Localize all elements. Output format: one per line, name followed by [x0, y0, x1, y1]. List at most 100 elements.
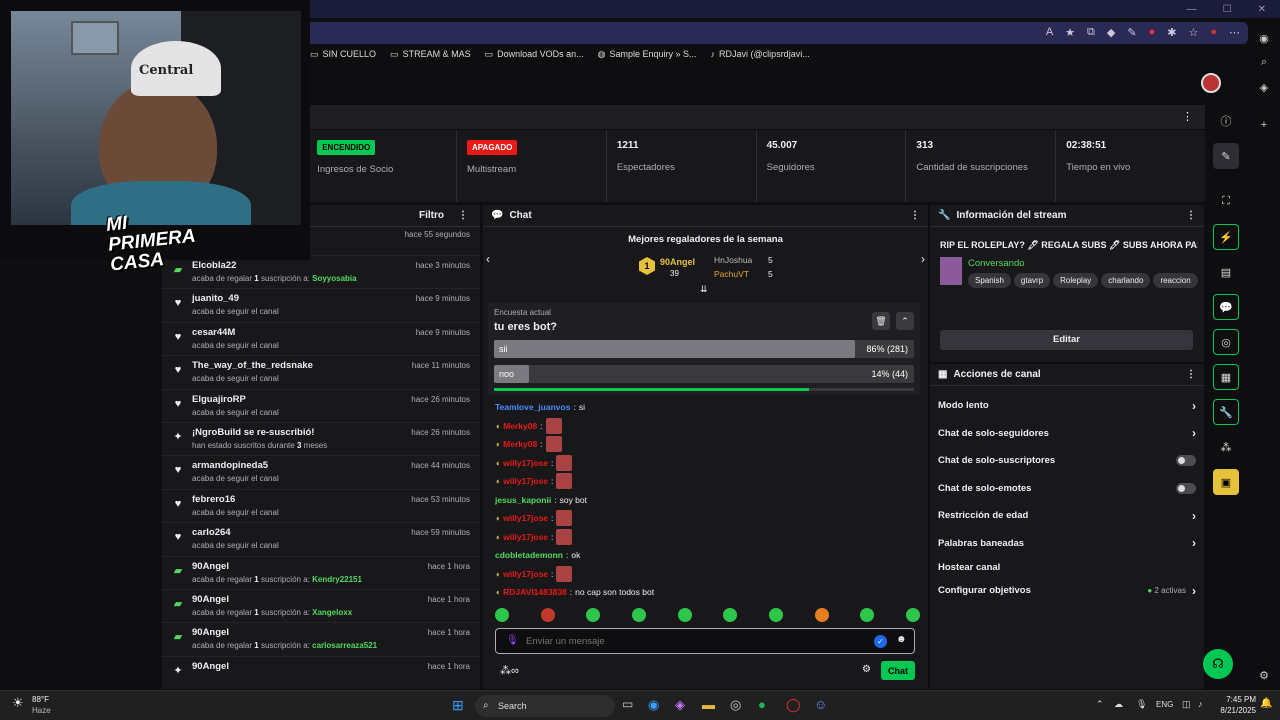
tray-chevron-icon[interactable]: ⌃: [1096, 699, 1104, 710]
task-view-icon[interactable]: ▭: [622, 697, 633, 711]
category-name[interactable]: Conversando: [968, 258, 1025, 269]
channel-action-item[interactable]: Chat de solo-emotes: [930, 475, 1204, 503]
channel-action-item[interactable]: Configurar objetivos ● 2 activas ›: [930, 577, 1204, 605]
tag[interactable]: gtavrp: [1013, 273, 1051, 288]
clock-time[interactable]: 7:45 PM: [1222, 695, 1256, 704]
chat-username[interactable]: willy17jose: [503, 476, 548, 486]
channel-action-item[interactable]: Hostear canal: [930, 557, 1204, 577]
avatar[interactable]: [1201, 73, 1221, 93]
add-icon[interactable]: +: [1254, 115, 1274, 135]
emote-icon[interactable]: [905, 608, 920, 622]
bookmark-item[interactable]: ▭ STREAM & MAS: [390, 49, 471, 60]
channel-action-item[interactable]: Palabras baneadas ›: [930, 530, 1204, 558]
taskbar-search[interactable]: ⌕ Search: [475, 695, 615, 717]
edit-button[interactable]: Editar: [940, 330, 1193, 350]
file-explorer-icon[interactable]: ▬: [702, 697, 715, 712]
chat-username[interactable]: Teamlove_juanvos: [495, 402, 570, 412]
wrench-icon[interactable]: 🔧: [1213, 399, 1239, 425]
chevron-right-icon[interactable]: ›: [921, 252, 925, 266]
notification-icon[interactable]: 🔔: [1260, 698, 1272, 709]
tag-icon[interactable]: ◈: [1254, 77, 1274, 97]
emote-icon[interactable]: [586, 608, 601, 622]
emote-icon[interactable]: [540, 608, 555, 622]
weather-icon[interactable]: ☀: [12, 695, 24, 711]
mic-tray-icon[interactable]: 🎙: [1136, 699, 1147, 710]
emoji-icon[interactable]: ☻: [896, 634, 907, 645]
filter-button[interactable]: Filtro: [419, 210, 444, 221]
chat-username[interactable]: willy17jose: [503, 569, 548, 579]
chat-username[interactable]: jesus_kaponii: [495, 495, 551, 505]
chat-username[interactable]: RDJAVI1483838: [503, 587, 567, 597]
emote-icon[interactable]: [860, 608, 875, 622]
toggle-switch[interactable]: [1176, 482, 1196, 494]
chat-send-button[interactable]: Chat: [881, 661, 915, 680]
emote-icon[interactable]: [814, 608, 829, 622]
bookmark-item[interactable]: ◍ Sample Enquiry » S...: [598, 49, 697, 60]
more-options-icon[interactable]: ⋮: [1182, 110, 1193, 123]
mic-icon[interactable]: 🎙: [506, 635, 519, 646]
search-icon[interactable]: ⌕: [1254, 52, 1274, 72]
window-controls[interactable]: — ☐ ✕: [1187, 4, 1266, 15]
layout-icon[interactable]: ▦: [1213, 364, 1239, 390]
bolt-icon[interactable]: ⚡: [1213, 224, 1239, 250]
chat-username[interactable]: Merky08: [503, 421, 537, 431]
chat-username[interactable]: willy17jose: [503, 513, 548, 523]
fullscreen-icon[interactable]: ⛶: [1213, 188, 1239, 214]
tag[interactable]: reaccion: [1153, 273, 1198, 288]
chat-message-input[interactable]: [526, 634, 856, 649]
emote-icon[interactable]: [631, 608, 646, 622]
more-options-icon[interactable]: ⋮: [1186, 369, 1196, 380]
channel-action-item[interactable]: Chat de solo-suscriptores: [930, 447, 1204, 475]
verified-icon[interactable]: ✓: [874, 635, 887, 648]
chat-username[interactable]: cdobletademonn: [495, 550, 563, 560]
bookmark-item[interactable]: ▭ Download VODs an...: [485, 49, 584, 60]
favorite-star-icon[interactable]: ★: [1065, 26, 1075, 39]
edit-icon[interactable]: ✎: [1213, 143, 1239, 169]
copilot-icon[interactable]: ◉: [1254, 28, 1274, 48]
puzzle-icon[interactable]: ✱: [1167, 26, 1176, 39]
tag[interactable]: Roleplay: [1053, 273, 1099, 288]
more-options-icon[interactable]: ⋮: [910, 210, 920, 221]
tag[interactable]: charlando: [1101, 273, 1151, 288]
emote-icon[interactable]: [677, 608, 692, 622]
points-icon[interactable]: ⁂∞: [500, 664, 519, 677]
chat-username[interactable]: willy17jose: [503, 532, 548, 542]
minimize-icon[interactable]: —: [1187, 4, 1197, 15]
language-indicator[interactable]: ENG: [1156, 700, 1173, 709]
chat-settings-icon[interactable]: ⚙: [862, 664, 871, 675]
clock-date[interactable]: 8/21/2025: [1212, 706, 1256, 715]
spotify-icon[interactable]: ●: [758, 697, 766, 712]
discord-icon[interactable]: ☺: [814, 697, 827, 712]
edge-icon[interactable]: ◉: [648, 697, 659, 713]
channel-action-item[interactable]: Modo lento ›: [930, 392, 1204, 420]
bookmark-item[interactable]: ▭ SIN CUELLO: [310, 49, 376, 60]
extension-icon[interactable]: ◆: [1107, 26, 1115, 39]
settings-icon[interactable]: ⚙: [1254, 665, 1274, 685]
info-icon[interactable]: ⓘ: [1213, 108, 1239, 134]
extension-icon[interactable]: ●: [1149, 26, 1156, 39]
obs-icon[interactable]: ◎: [730, 697, 741, 713]
more-icon[interactable]: ⋯: [1229, 26, 1240, 39]
collapse-icon[interactable]: ⌃: [896, 312, 914, 330]
opera-icon[interactable]: ◯: [786, 697, 801, 713]
extension-icon[interactable]: ✎: [1127, 26, 1136, 39]
channel-action-item[interactable]: Restricción de edad ›: [930, 502, 1204, 530]
copilot-app-icon[interactable]: ◈: [675, 697, 685, 713]
more-options-icon[interactable]: ⋮: [1186, 210, 1196, 221]
profile-avatar[interactable]: ●: [1210, 26, 1217, 39]
chat-username[interactable]: Merky08: [503, 439, 537, 449]
share-icon[interactable]: ⁂: [1213, 434, 1239, 460]
delete-icon[interactable]: 🗑: [872, 312, 890, 330]
emote-icon[interactable]: [723, 608, 738, 622]
tag[interactable]: Spanish: [968, 273, 1011, 288]
emote-icon[interactable]: [768, 608, 783, 622]
cloud-icon[interactable]: ☁: [1114, 699, 1123, 710]
windows-start-icon[interactable]: ⊞: [452, 697, 464, 714]
network-icon[interactable]: ◫: [1182, 699, 1191, 710]
emote-icon[interactable]: [495, 608, 509, 622]
volume-icon[interactable]: ♪: [1198, 699, 1203, 709]
channel-action-item[interactable]: Chat de solo-seguidores ›: [930, 420, 1204, 448]
extensions-icon[interactable]: ⧉: [1087, 26, 1095, 39]
chat-input-box[interactable]: 🎙 ✓ ☻: [495, 628, 915, 654]
support-button[interactable]: ☊: [1203, 649, 1233, 679]
